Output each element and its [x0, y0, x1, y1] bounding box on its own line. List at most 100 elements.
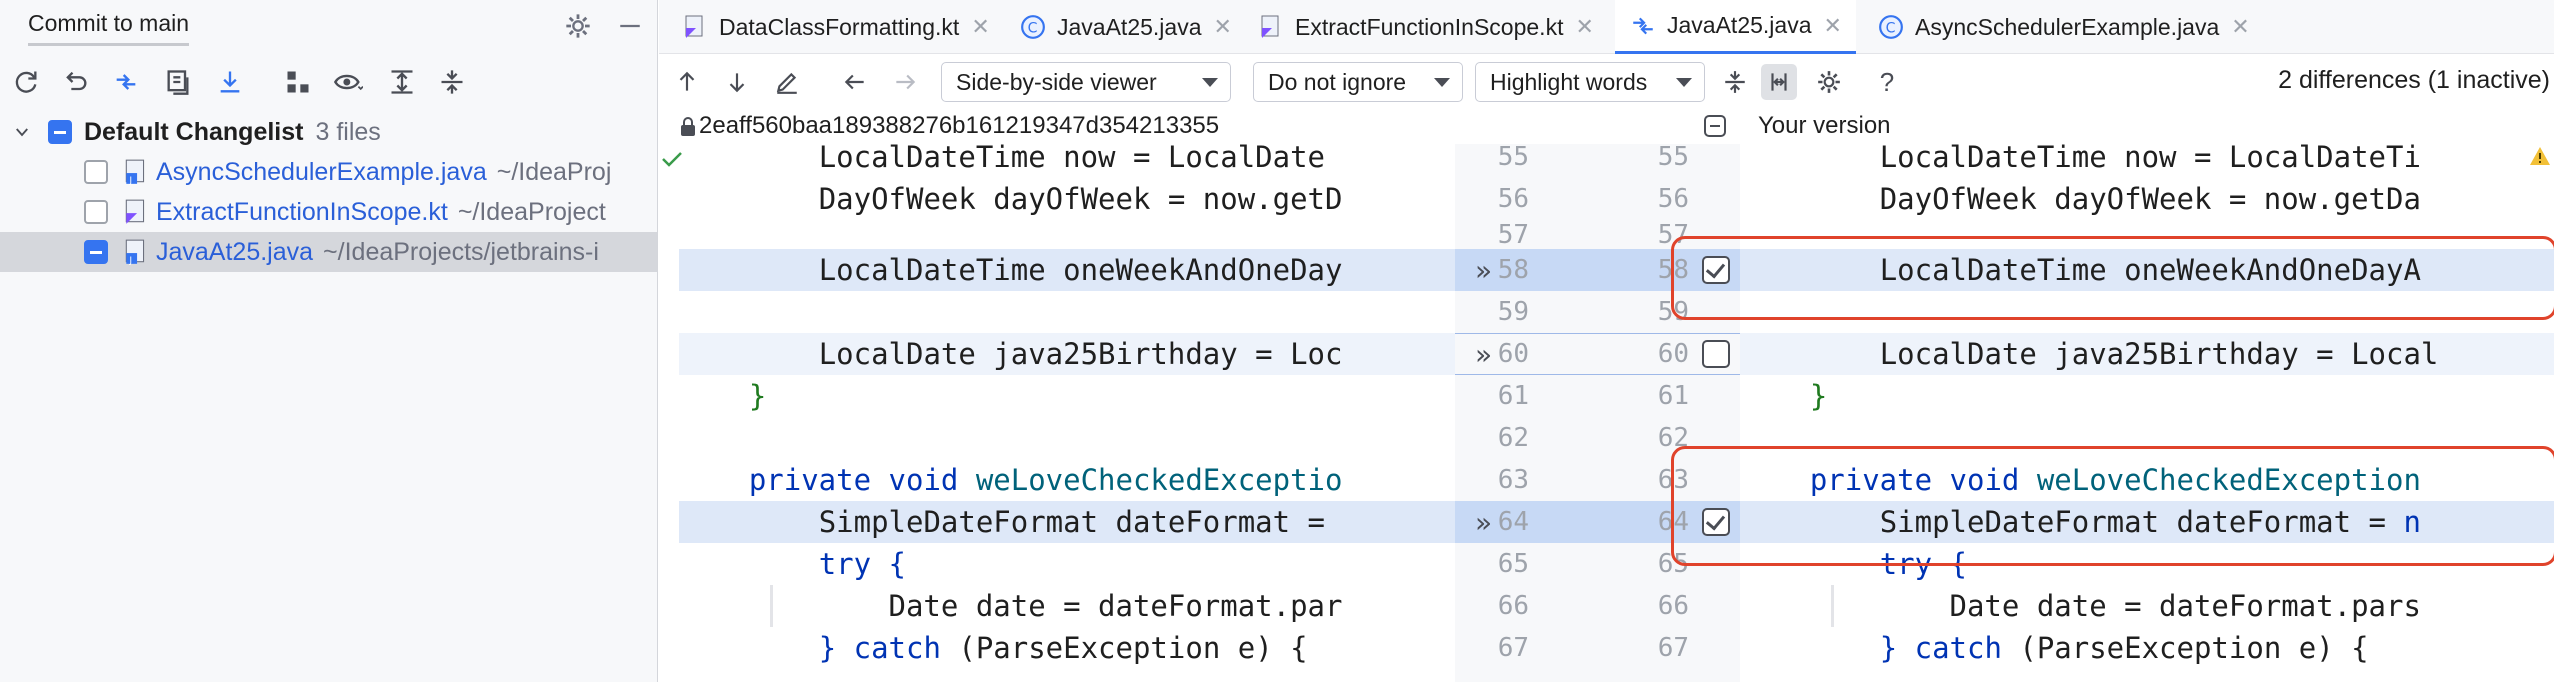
file-name: AsyncSchedulerExample.java	[156, 157, 487, 186]
changelist-row[interactable]: Default Changelist 3 files	[0, 112, 657, 152]
download-icon[interactable]	[212, 64, 248, 100]
line-number: 63	[1497, 465, 1529, 495]
sync-scroll-icon[interactable]	[1761, 64, 1797, 100]
left-code-line: private void weLoveCheckedExceptio	[748, 463, 1343, 497]
left-code-line: LocalDate java25Birthday = Loc	[818, 337, 1343, 371]
include-change-checkbox[interactable]	[1702, 340, 1730, 368]
left-code-line: DayOfWeek dayOfWeek = now.getD	[818, 182, 1343, 216]
indent-guide	[1831, 585, 1834, 627]
line-number: 61	[1497, 381, 1529, 411]
right-code-line: LocalDate java25Birthday = Local	[1879, 337, 2439, 371]
left-code-line: Date date = dateFormat.par	[888, 589, 1343, 623]
arrow-down-icon[interactable]	[719, 64, 755, 100]
minimize-icon[interactable]	[614, 10, 646, 42]
commit-panel-header: Commit to main	[0, 0, 657, 54]
changelist-checkbox[interactable]	[48, 120, 72, 144]
right-code-line: LocalDateTime now = LocalDateTi	[1879, 140, 2421, 174]
apply-change-arrow-icon[interactable]: »	[1475, 506, 1492, 539]
collapse-checkbox-icon[interactable]	[1703, 114, 1727, 138]
commit-panel-title: Commit to main	[28, 10, 190, 46]
close-icon[interactable]: ✕	[971, 14, 989, 40]
right-code-line: } catch (ParseException e) {	[1879, 631, 2369, 665]
file-checkbox[interactable]	[84, 160, 108, 184]
edit-icon[interactable]	[769, 64, 805, 100]
svg-text:C: C	[1886, 20, 1896, 36]
tab-asyncschedulerexample[interactable]: C AsyncSchedulerExample.java ✕	[1877, 0, 2250, 54]
line-number: 66	[1497, 591, 1529, 621]
file-row[interactable]: J AsyncSchedulerExample.java ~/IdeaProj	[0, 152, 657, 192]
file-path: ~/IdeaProj	[496, 157, 612, 186]
left-code-line: LocalDateTime oneWeekAndOneDay	[818, 253, 1343, 287]
diff-toolbar: Side-by-side viewer Do not ignore Highli…	[659, 58, 2554, 106]
file-path: ~/IdeaProject	[457, 197, 606, 226]
arrow-up-icon[interactable]	[669, 64, 705, 100]
ignore-dropdown[interactable]: Do not ignore	[1253, 62, 1463, 102]
viewer-dropdown-value: Side-by-side viewer	[956, 68, 1157, 95]
line-number: 65	[1497, 549, 1529, 579]
group-by-icon[interactable]	[280, 64, 316, 100]
diff-code-area: LocalDateTime now = LocalDate DayOfWeek …	[659, 140, 2554, 682]
line-number: 55	[1497, 142, 1529, 172]
left-code-line: }	[748, 379, 767, 413]
close-icon[interactable]: ✕	[2231, 14, 2249, 40]
line-number: 60	[1657, 339, 1689, 369]
chevron-down-icon	[1202, 77, 1218, 87]
expand-all-icon[interactable]	[384, 64, 420, 100]
file-checkbox[interactable]	[84, 240, 108, 264]
refresh-icon[interactable]	[8, 64, 44, 100]
rollback-icon[interactable]	[58, 64, 94, 100]
right-code-line: Date date = dateFormat.pars	[1949, 589, 2421, 623]
java-file-icon: J	[122, 157, 150, 187]
arrow-left-icon[interactable]	[837, 64, 873, 100]
line-number: 67	[1497, 633, 1529, 663]
close-icon[interactable]: ✕	[1575, 14, 1593, 40]
file-row[interactable]: ExtractFunctionInScope.kt ~/IdeaProject	[0, 192, 657, 232]
shelve-icon[interactable]	[160, 64, 196, 100]
lock-icon	[679, 116, 697, 138]
viewer-dropdown[interactable]: Side-by-side viewer	[941, 62, 1231, 102]
left-code-line: try {	[818, 547, 906, 581]
file-path: ~/IdeaProjects/jetbrains-i	[323, 237, 599, 266]
help-icon[interactable]: ?	[1869, 64, 1905, 100]
diff-icon	[1629, 12, 1657, 40]
diff-area: DataClassFormatting.kt ✕ C JavaAt25.java…	[659, 0, 2554, 682]
apply-change-arrow-icon[interactable]: »	[1475, 254, 1492, 287]
collapse-unchanged-icon[interactable]	[1717, 64, 1753, 100]
arrow-right-icon[interactable]	[887, 64, 923, 100]
tab-label: DataClassFormatting.kt	[719, 13, 960, 40]
gear-icon[interactable]	[562, 10, 594, 42]
collapse-all-icon[interactable]	[434, 64, 470, 100]
left-code-line: SimpleDateFormat dateFormat =	[818, 505, 1343, 539]
tab-javaat25-diff[interactable]: JavaAt25.java ✕	[1615, 0, 1856, 54]
close-icon[interactable]: ✕	[1213, 14, 1231, 40]
tab-extractfunctioninscope[interactable]: ExtractFunctionInScope.kt ✕	[1257, 0, 1594, 54]
chevron-down-icon[interactable]	[12, 123, 32, 141]
left-code-line: LocalDateTime now = LocalDate	[818, 140, 1326, 174]
file-row-selected[interactable]: J JavaAt25.java ~/IdeaProjects/jetbrains…	[0, 232, 657, 272]
commit-panel: Commit to main Default Changelist 3 file…	[0, 0, 658, 682]
show-diff-icon[interactable]	[108, 64, 144, 100]
changelist-count: 3 files	[315, 117, 381, 146]
highlight-dropdown-value: Highlight words	[1490, 68, 1648, 95]
commit-toolbar	[0, 60, 657, 104]
class-icon: C	[1019, 13, 1047, 41]
java-file-icon: J	[122, 237, 150, 267]
close-icon[interactable]: ✕	[1823, 13, 1841, 39]
indent-guide	[770, 585, 773, 627]
apply-change-arrow-icon[interactable]: »	[1475, 338, 1492, 371]
tab-label: JavaAt25.java	[1057, 13, 1202, 40]
kotlin-file-icon	[1257, 13, 1285, 41]
right-code-line: DayOfWeek dayOfWeek = now.getDa	[1879, 182, 2421, 216]
highlight-dropdown[interactable]: Highlight words	[1475, 62, 1705, 102]
class-icon: C	[1877, 13, 1905, 41]
tab-dataclassformatting[interactable]: DataClassFormatting.kt ✕	[681, 0, 990, 54]
kotlin-file-icon	[122, 197, 150, 227]
warning-icon[interactable]	[2529, 146, 2551, 166]
file-name: JavaAt25.java	[156, 237, 314, 266]
view-options-icon[interactable]	[330, 64, 366, 100]
differences-count: 2 differences (1 inactive)	[2278, 66, 2550, 94]
svg-text:J: J	[129, 256, 133, 266]
gear-icon[interactable]	[1811, 64, 1847, 100]
tab-javaat25[interactable]: C JavaAt25.java ✕	[1019, 0, 1232, 54]
file-checkbox[interactable]	[84, 200, 108, 224]
